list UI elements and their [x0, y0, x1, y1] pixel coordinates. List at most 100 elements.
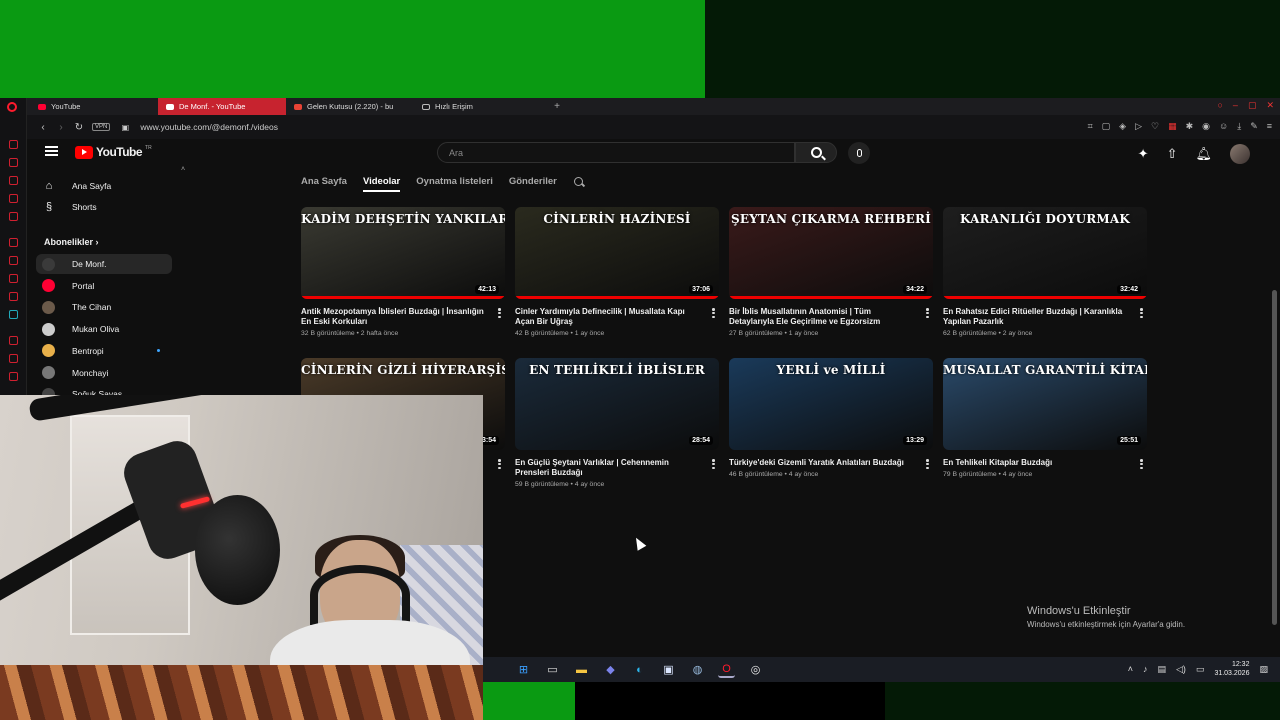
page-scrollbar[interactable]	[1272, 290, 1277, 625]
extension-badge-icon[interactable]: ▦	[1168, 121, 1177, 132]
obs-icon[interactable]: ◎	[747, 661, 764, 678]
profile-icon[interactable]: ☺	[1219, 121, 1228, 132]
more-options-icon[interactable]	[498, 459, 501, 469]
video-thumbnail[interactable]: KADİM DEHŞETİN YANKILARI 42:13	[301, 207, 505, 299]
teams-icon[interactable]: ◆	[602, 661, 619, 678]
more-options-icon[interactable]	[712, 308, 715, 318]
video-card[interactable]: EN TEHLİKELİ İBLİSLER 28:54 En Güçlü Şeyta…	[515, 358, 719, 488]
video-title[interactable]: Bir İblis Musallatının Anatomisi | Tüm D…	[729, 307, 933, 327]
camera-icon[interactable]: ◉	[1202, 121, 1210, 132]
bookmarks-icon[interactable]	[9, 256, 18, 265]
instagram-icon[interactable]	[9, 194, 18, 203]
file-explorer-icon[interactable]: ▬	[573, 661, 590, 678]
volume-icon[interactable]: ◁)	[1176, 664, 1186, 675]
avatar[interactable]	[1230, 144, 1250, 164]
pinboard-icon[interactable]	[9, 274, 18, 283]
tab-demonf[interactable]: De Monf. - YouTube	[158, 98, 286, 115]
task-view-icon[interactable]: ▭	[544, 661, 561, 678]
tab-playlists[interactable]: Oynatma listeleri	[416, 176, 493, 187]
tab-youtube[interactable]: YouTube	[30, 98, 158, 115]
forward-icon[interactable]: ›	[52, 122, 70, 133]
screen-icon[interactable]: ▢	[1102, 121, 1111, 132]
subscriptions-heading[interactable]: Abonelikler ›	[44, 237, 99, 247]
sidebar-channel-item[interactable]: The Cihan	[36, 297, 172, 317]
youtube-logo[interactable]: YouTube TR	[75, 145, 152, 159]
url-field[interactable]: www.youtube.com/@demonf./videos	[140, 122, 278, 132]
steam-icon[interactable]: ◍	[689, 661, 706, 678]
video-thumbnail[interactable]: EN TEHLİKELİ İBLİSLER 28:54	[515, 358, 719, 450]
downloads-icon[interactable]	[9, 354, 18, 363]
heart-icon[interactable]: ♡	[1151, 121, 1159, 132]
more-options-icon[interactable]	[926, 308, 929, 318]
flow-icon[interactable]	[9, 292, 18, 301]
battery-icon[interactable]: ▭	[1196, 664, 1205, 675]
microphone-tray-icon[interactable]: ♪	[1143, 664, 1148, 674]
channel-search-button[interactable]	[573, 175, 585, 187]
video-card[interactable]: MUSALLAT GARANTİLİ KİTAPLAR 25:51 En Tehli…	[943, 358, 1147, 478]
cast-icon[interactable]: ✦	[1138, 146, 1149, 162]
wallet-icon[interactable]	[9, 310, 18, 319]
settings-icon[interactable]	[9, 372, 18, 381]
whatsapp-icon[interactable]	[9, 158, 18, 167]
sidebar-channel-item[interactable]: Portal	[36, 276, 172, 296]
video-card[interactable]: KADİM DEHŞETİN YANKILARI 42:13 Antik Mezop…	[301, 207, 505, 337]
chevron-up-icon[interactable]: ˄	[1128, 664, 1133, 674]
tab-posts[interactable]: Gönderiler	[509, 176, 557, 187]
sidebar-item-shorts[interactable]: § Shorts	[36, 197, 172, 217]
puzzle-icon[interactable]: ✱	[1186, 121, 1194, 132]
play-icon[interactable]: ▷	[1135, 121, 1142, 132]
video-thumbnail[interactable]: ŞEYTAN ÇIKARMA REHBERİ 34:22	[729, 207, 933, 299]
menu-icon[interactable]: ≡	[1267, 121, 1272, 132]
tab-gmail[interactable]: Gelen Kutusu (2.220) - bu	[286, 98, 414, 115]
more-options-icon[interactable]	[1140, 308, 1143, 318]
tab-videos[interactable]: Videolar	[362, 176, 401, 192]
video-thumbnail[interactable]: KARANLIĞI DOYURMAK 32:42	[943, 207, 1147, 299]
sidebar-channel-item[interactable]: De Monf.	[36, 254, 172, 274]
close-button[interactable]: ✕	[1266, 100, 1274, 111]
upload-icon[interactable]: ⇧	[1167, 146, 1178, 162]
notifications-bell-icon[interactable]: 🔔︎	[1195, 146, 1212, 162]
opera-taskbar-icon[interactable]: O	[718, 661, 735, 678]
ai-icon[interactable]: ✎	[1250, 121, 1258, 132]
tab-speed-dial[interactable]: Hızlı Erişim	[414, 98, 542, 115]
video-card[interactable]: CİNLERİN HAZİNESİ 37:06 Cinler Yardımıyla …	[515, 207, 719, 337]
new-tab-button[interactable]: +	[550, 100, 564, 114]
video-thumbnail[interactable]: CİNLERİN HAZİNESİ 37:06	[515, 207, 719, 299]
video-thumbnail[interactable]: YERLİ ve MİLLİ 13:29	[729, 358, 933, 450]
notification-icon[interactable]: ▨	[1259, 664, 1268, 675]
video-title[interactable]: En Rahatsız Edici Ritüeller Buzdağı | Ka…	[943, 307, 1147, 327]
more-options-icon[interactable]	[498, 308, 501, 318]
video-title[interactable]: En Güçlü Şeytani Varlıklar | Cehennemin …	[515, 458, 719, 478]
more-options-icon[interactable]	[1140, 459, 1143, 469]
video-card[interactable]: YERLİ ve MİLLİ 13:29 Türkiye'deki Gizemli …	[729, 358, 933, 478]
reload-icon[interactable]: ↻	[70, 122, 88, 133]
music-icon[interactable]	[9, 212, 18, 221]
video-card[interactable]: KARANLIĞI DOYURMAK 32:42 En Rahatsız Edici…	[943, 207, 1147, 337]
search-button[interactable]	[795, 142, 837, 163]
video-title[interactable]: Türkiye'deki Gizemli Yaratık Anlatıları …	[729, 458, 933, 468]
more-options-icon[interactable]	[712, 459, 715, 469]
vpn-badge[interactable]: VPN	[92, 123, 111, 131]
more-options-icon[interactable]	[926, 459, 929, 469]
maximize-button[interactable]: ▢	[1248, 100, 1257, 111]
edge-icon[interactable]: ◐	[631, 661, 648, 678]
sidebar-channel-item[interactable]: Mukan Oliva	[36, 319, 172, 339]
telegram-icon[interactable]	[9, 176, 18, 185]
start-windows-icon[interactable]: ⊞	[515, 661, 532, 678]
shield-icon[interactable]: ◈	[1119, 121, 1126, 132]
video-title[interactable]: Cinler Yardımıyla Definecilik | Musallat…	[515, 307, 719, 327]
sidebar-channel-item[interactable]: Bentropi	[36, 341, 172, 361]
speed-dial-icon[interactable]	[9, 238, 18, 247]
tab-home[interactable]: Ana Sayfa	[301, 176, 347, 187]
hamburger-menu-icon[interactable]	[45, 146, 58, 156]
download-icon[interactable]: ⤓	[1237, 121, 1241, 132]
voice-search-button[interactable]	[848, 142, 870, 164]
store-icon[interactable]: ▣	[660, 661, 677, 678]
snapshot-icon[interactable]: ⌗	[1088, 121, 1093, 132]
video-card[interactable]: ŞEYTAN ÇIKARMA REHBERİ 34:22 Bir İblis Mus…	[729, 207, 933, 337]
video-thumbnail[interactable]: MUSALLAT GARANTİLİ KİTAPLAR 25:51	[943, 358, 1147, 450]
network-icon[interactable]: ▤	[1157, 664, 1166, 675]
lock-icon[interactable]: ▣	[116, 123, 134, 132]
back-icon[interactable]: ‹	[34, 122, 52, 133]
search-tabs-icon[interactable]: ○	[1217, 100, 1222, 111]
